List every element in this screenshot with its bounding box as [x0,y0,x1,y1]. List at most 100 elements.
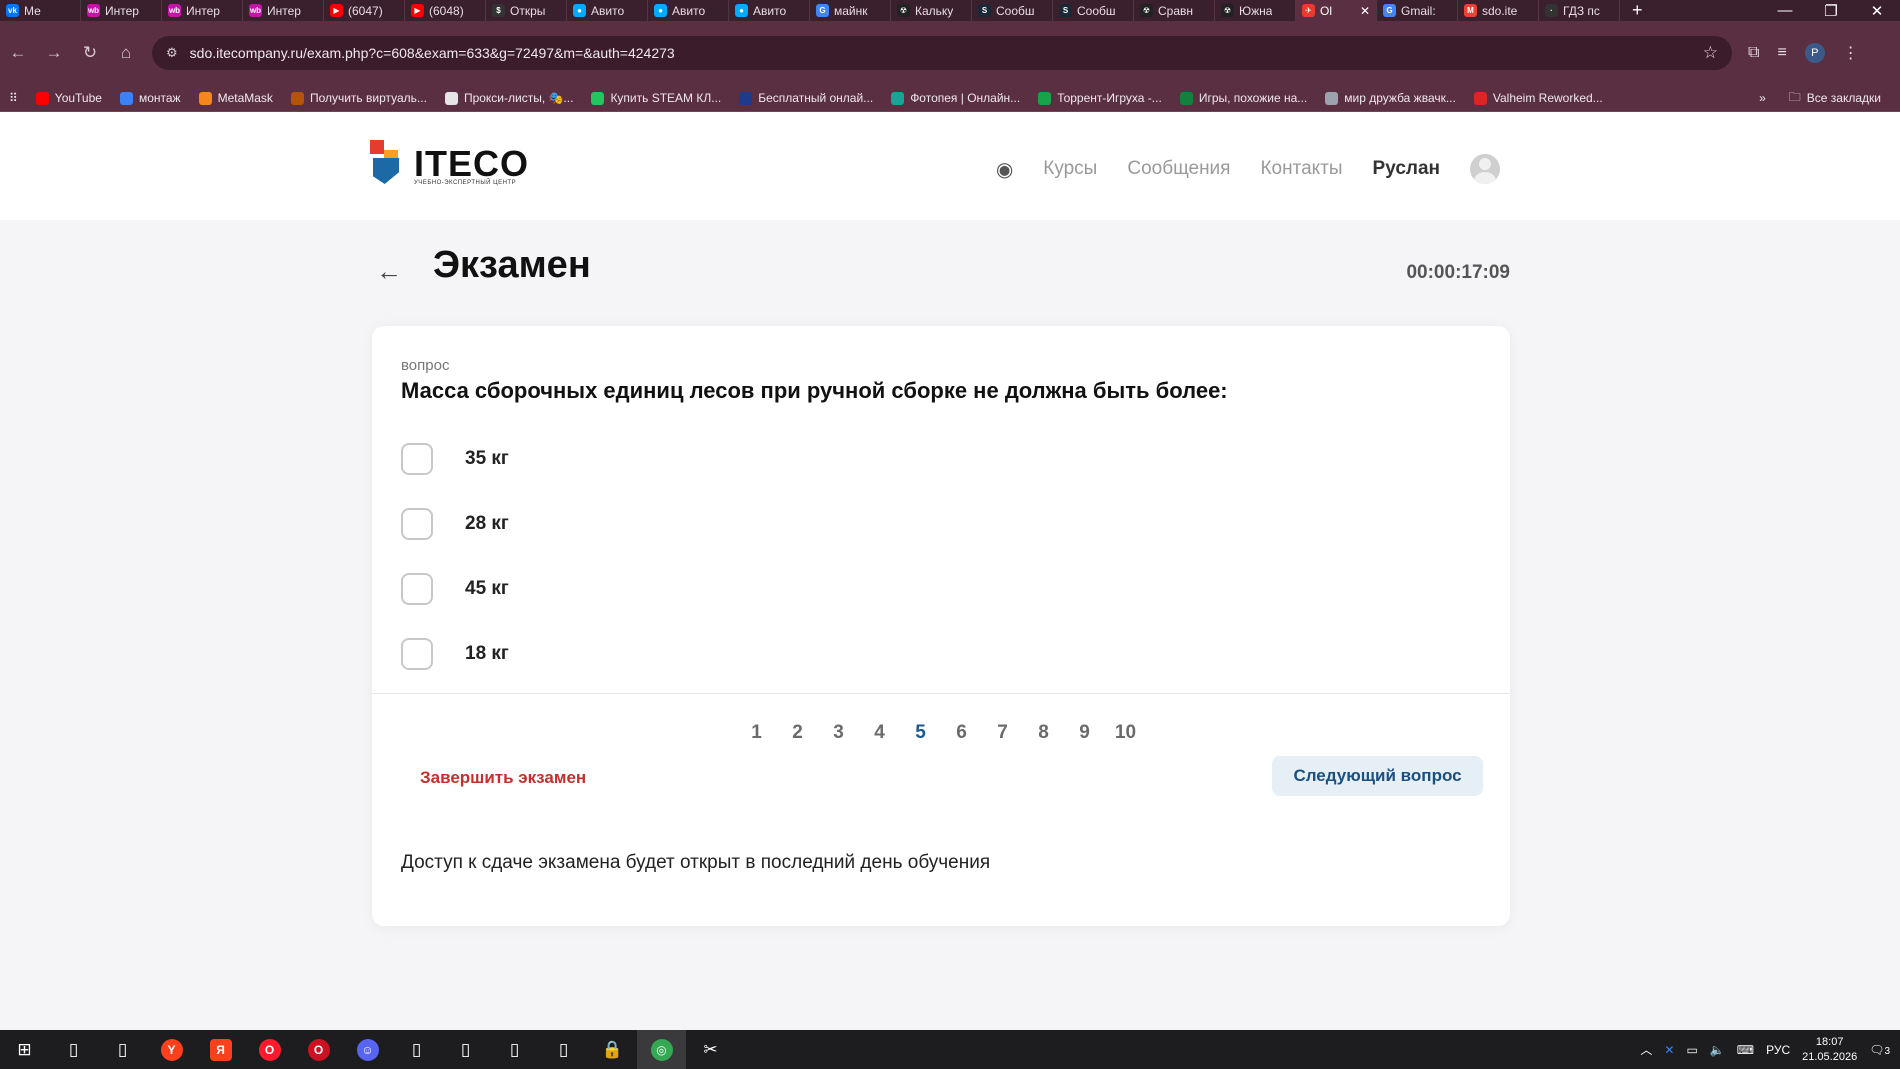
close-window-icon[interactable]: ✕ [1854,2,1900,20]
answer-checkbox[interactable] [401,572,433,605]
finish-exam-button[interactable]: Завершить экзамен [420,768,586,788]
bookmark-item[interactable]: Фотопея | Онлайн... [882,91,1029,105]
pager-page[interactable]: 2 [777,722,818,744]
browser-tab[interactable]: $ Откры [486,0,567,21]
tab-close-icon[interactable]: ✕ [1360,4,1370,18]
pager-page[interactable]: 3 [818,722,859,744]
bookmark-item[interactable]: Получить виртуаль... [282,91,436,105]
pager-page[interactable]: 9 [1064,722,1105,744]
browser-tab[interactable]: ● Авито [567,0,648,21]
browser-tab[interactable]: wb Интер [81,0,162,21]
pager-page[interactable]: 6 [941,722,982,744]
browser-tab[interactable]: Msdo.ite [1458,0,1539,21]
all-bookmarks-button[interactable]: 🗀 Все закладки [1780,88,1890,109]
browser-tab[interactable]: wb Интер [243,0,324,21]
browser-tab[interactable]: ✈ Ol ✕ [1296,0,1377,21]
bookmark-item[interactable]: MetaMask [190,91,282,105]
taskbar-app[interactable]: ▯ [49,1030,98,1069]
eye-icon[interactable]: ◉ [996,157,1013,182]
nav-contacts[interactable]: Контакты [1260,158,1342,180]
bookmark-star-icon[interactable]: ☆ [1703,43,1718,63]
clock[interactable]: 18:07 21.05.2026 [1802,1035,1857,1064]
media-controls-icon[interactable]: ≡ [1777,44,1786,62]
extensions-icon[interactable]: ⧉ [1748,44,1759,62]
language-indicator[interactable]: РУС [1766,1043,1790,1057]
taskbar-app[interactable]: ▯ [539,1030,588,1069]
pager-page[interactable]: 4 [859,722,900,744]
browser-tab[interactable]: ▶ (6047) [324,0,405,21]
browser-tab[interactable]: wb Интер [162,0,243,21]
menu-icon[interactable]: ⋮ [1843,43,1859,63]
nav-courses[interactable]: Курсы [1043,158,1097,180]
bookmark-item[interactable]: монтаж [111,91,190,105]
answer-option[interactable]: 45 кг [401,556,509,621]
pager-page[interactable]: 1 [736,722,777,744]
chevron-up-icon[interactable]: ︿ [1640,1041,1652,1058]
taskbar-app[interactable]: ▯ [490,1030,539,1069]
bookmark-item[interactable]: Игры, похожие на... [1171,91,1316,105]
bookmark-item[interactable]: Купить STEAM КЛ... [582,91,730,105]
user-avatar[interactable] [1470,154,1500,184]
profile-avatar[interactable]: P [1804,43,1825,63]
browser-tab[interactable]: ☢ Кальку [891,0,972,21]
apps-icon[interactable]: ⠿ [0,91,27,105]
pager-current-page[interactable]: 5 [900,722,941,744]
browser-tab[interactable]: S Сообш [1053,0,1134,21]
taskbar-app[interactable]: ▯ [441,1030,490,1069]
browser-tab[interactable]: ● Авито [729,0,810,21]
bookmark-item[interactable]: Прокси-листы, 🎭... [436,91,583,105]
browser-tab[interactable]: ☢ Сравн [1134,0,1215,21]
site-settings-icon[interactable]: ⚙ [166,45,178,61]
address-bar[interactable]: ⚙ sdo.itecompany.ru/exam.php?c=608&exam=… [152,36,1732,70]
bookmark-item[interactable]: Бесплатный онлай... [730,91,882,105]
notifications-icon[interactable]: 🗨3 [1869,1043,1890,1057]
back-icon[interactable]: ← [0,43,36,63]
answer-checkbox[interactable] [401,637,433,670]
restore-icon[interactable]: ❐ [1808,2,1854,20]
bookmark-item[interactable]: мир дружба жвачк... [1316,91,1465,105]
taskbar-app[interactable]: ▯ [392,1030,441,1069]
pager-page[interactable]: 7 [982,722,1023,744]
start-button[interactable]: ⊞ [0,1030,49,1069]
taskbar-app[interactable]: O [294,1030,343,1069]
minimize-icon[interactable]: — [1762,2,1808,20]
bookmark-item[interactable]: Торрент-Игруха -... [1029,91,1171,105]
browser-tab[interactable]: ☢ Южна [1215,0,1296,21]
taskbar-app[interactable]: ✂ [686,1030,735,1069]
browser-tab[interactable]: G Gmail: [1377,0,1458,21]
browser-tab[interactable]: · ГДЗ пс [1539,0,1620,21]
user-name[interactable]: Руслан [1373,158,1440,180]
volume-icon[interactable]: 🔈 [1710,1043,1725,1057]
more-bookmarks-icon[interactable]: » [1759,91,1766,105]
vpn-icon[interactable]: ✕ [1664,1043,1674,1057]
taskbar-app[interactable]: Y [147,1030,196,1069]
bookmark-item[interactable]: Valheim Reworked... [1465,91,1612,105]
forward-icon[interactable]: → [36,43,72,63]
taskbar-app[interactable]: ▯ [98,1030,147,1069]
taskbar-app[interactable]: Я [196,1030,245,1069]
next-question-button[interactable]: Следующий вопрос [1272,756,1483,796]
nav-messages[interactable]: Сообщения [1127,158,1230,180]
network-icon[interactable]: ▭ [1686,1043,1697,1057]
keyboard-icon[interactable]: ⌨ [1737,1043,1754,1057]
pager-page[interactable]: 8 [1023,722,1064,744]
taskbar-app[interactable]: 🔒 [588,1030,637,1069]
answer-option[interactable]: 28 кг [401,491,509,556]
taskbar-app[interactable]: O [245,1030,294,1069]
browser-tab[interactable]: S Сообш [972,0,1053,21]
answer-option[interactable]: 35 кг [401,426,509,491]
browser-tab[interactable]: Gмайнк [810,0,891,21]
taskbar-app[interactable]: ◎ [637,1030,686,1069]
browser-tab[interactable]: ▶ (6048) [405,0,486,21]
home-icon[interactable]: ⌂ [108,43,144,63]
bookmark-item[interactable]: YouTube [27,91,111,105]
browser-tab[interactable]: vk Ме [0,0,81,21]
browser-tab[interactable]: ● Авито [648,0,729,21]
answer-option[interactable]: 18 кг [401,621,509,686]
answer-checkbox[interactable] [401,442,433,475]
new-tab-button[interactable]: + [1620,0,1655,21]
answer-checkbox[interactable] [401,507,433,540]
pager-page[interactable]: 10 [1105,722,1146,744]
site-logo[interactable]: ITECO УЧЕБНО-ЭКСПЕРТНЫЙ ЦЕНТР [370,140,529,186]
back-arrow-icon[interactable]: ← [376,256,402,287]
